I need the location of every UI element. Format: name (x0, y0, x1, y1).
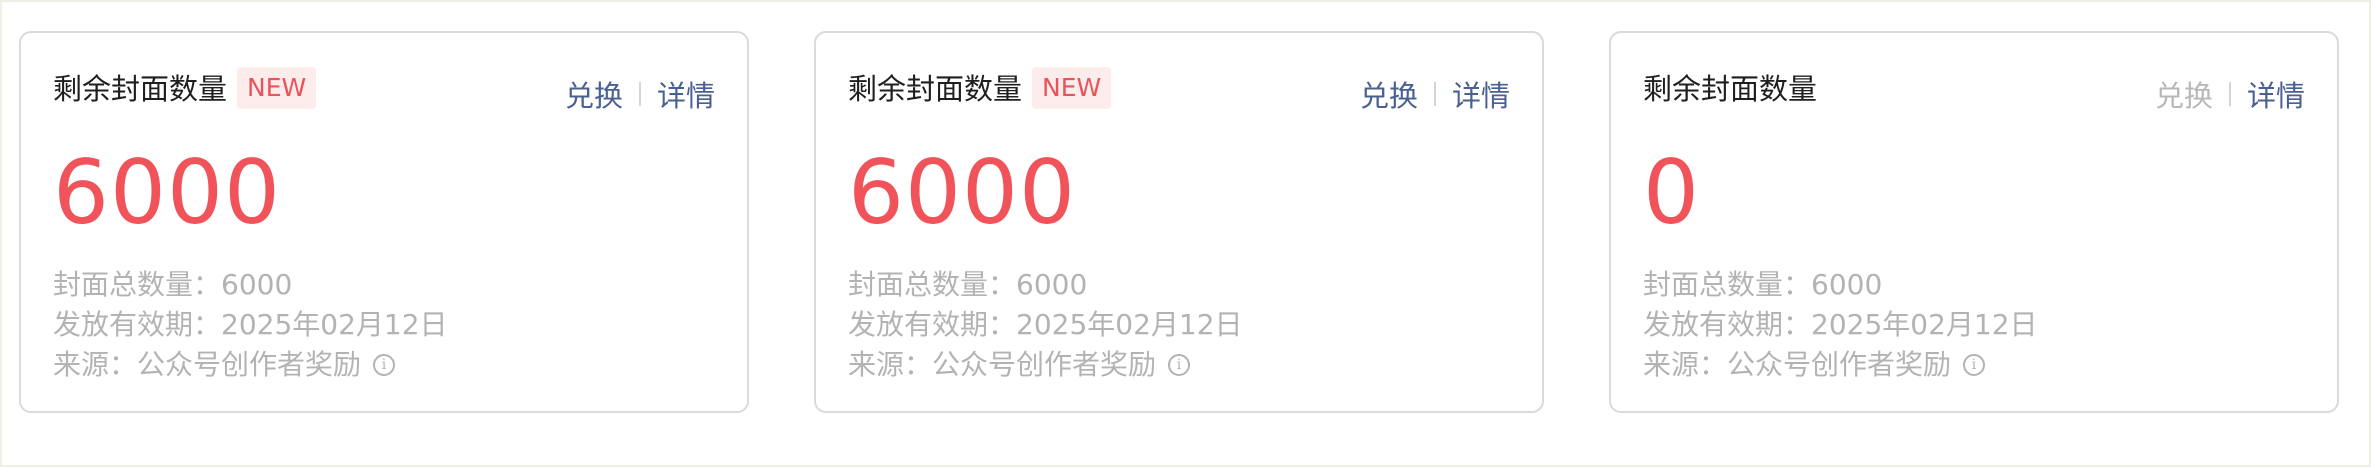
total-count-row: 封面总数量：6000 (53, 265, 448, 305)
total-count-text: 封面总数量：6000 (53, 268, 293, 301)
remaining-count: 6000 (848, 141, 1076, 244)
exchange-button[interactable]: 兑换 (1360, 73, 1418, 115)
source-text: 来源：公众号创作者奖励 (53, 348, 362, 381)
action-divider (1433, 82, 1436, 106)
card-header: 剩余封面数量 NEW 兑换 详情 (53, 64, 715, 114)
source-row: 来源：公众号创作者奖励 i (1643, 345, 2038, 385)
card-header: 剩余封面数量 NEW 兑换 详情 (848, 64, 1510, 114)
cover-card-2: 剩余封面数量 NEW 兑换 详情 6000 封面总数量：6000 发放有效期：2… (814, 31, 1544, 413)
source-text: 来源：公众号创作者奖励 (1643, 348, 1952, 381)
exchange-button[interactable]: 兑换 (565, 73, 623, 115)
cover-quota-page: 剩余封面数量 NEW 兑换 详情 6000 封面总数量：6000 发放有效期：2… (0, 0, 2371, 467)
detail-button[interactable]: 详情 (657, 73, 715, 115)
remaining-count: 6000 (53, 141, 281, 244)
new-badge: NEW (237, 67, 317, 109)
source-row: 来源：公众号创作者奖励 i (848, 345, 1243, 385)
validity-text: 发放有效期：2025年02月12日 (53, 308, 448, 341)
total-count-text: 封面总数量：6000 (848, 268, 1088, 301)
card-info: 封面总数量：6000 发放有效期：2025年02月12日 来源：公众号创作者奖励… (53, 265, 448, 385)
exchange-button-disabled: 兑换 (2154, 79, 2213, 113)
info-icon[interactable]: i (1963, 354, 1986, 376)
new-badge: NEW (1032, 67, 1112, 109)
info-icon[interactable]: i (373, 354, 396, 376)
card-title: 剩余封面数量 (848, 72, 1023, 106)
validity-row: 发放有效期：2025年02月12日 (1643, 305, 2038, 345)
cover-card-1: 剩余封面数量 NEW 兑换 详情 6000 封面总数量：6000 发放有效期：2… (19, 31, 749, 413)
action-divider (638, 82, 641, 106)
total-count-row: 封面总数量：6000 (1643, 265, 2038, 305)
validity-text: 发放有效期：2025年02月12日 (1643, 308, 2038, 341)
card-info: 封面总数量：6000 发放有效期：2025年02月12日 来源：公众号创作者奖励… (1643, 265, 2038, 385)
card-title: 剩余封面数量 (1643, 72, 1818, 106)
remaining-count: 0 (1643, 141, 1700, 244)
card-actions: 兑换 详情 (2155, 74, 2305, 114)
total-count-row: 封面总数量：6000 (848, 265, 1243, 305)
action-divider (2228, 82, 2231, 106)
total-count-text: 封面总数量：6000 (1643, 268, 1883, 301)
validity-row: 发放有效期：2025年02月12日 (53, 305, 448, 345)
cover-card-3: 剩余封面数量 兑换 详情 0 封面总数量：6000 发放有效期：2025年02月… (1609, 31, 2339, 413)
card-title: 剩余封面数量 (53, 72, 228, 106)
card-header: 剩余封面数量 兑换 详情 (1643, 64, 2305, 114)
validity-row: 发放有效期：2025年02月12日 (848, 305, 1243, 345)
info-icon[interactable]: i (1168, 354, 1191, 376)
source-row: 来源：公众号创作者奖励 i (53, 345, 448, 385)
card-actions: 兑换 详情 (1360, 74, 1510, 114)
detail-button[interactable]: 详情 (1452, 73, 1510, 115)
source-text: 来源：公众号创作者奖励 (848, 348, 1157, 381)
detail-button[interactable]: 详情 (2247, 73, 2305, 115)
card-actions: 兑换 详情 (565, 74, 715, 114)
card-info: 封面总数量：6000 发放有效期：2025年02月12日 来源：公众号创作者奖励… (848, 265, 1243, 385)
validity-text: 发放有效期：2025年02月12日 (848, 308, 1243, 341)
